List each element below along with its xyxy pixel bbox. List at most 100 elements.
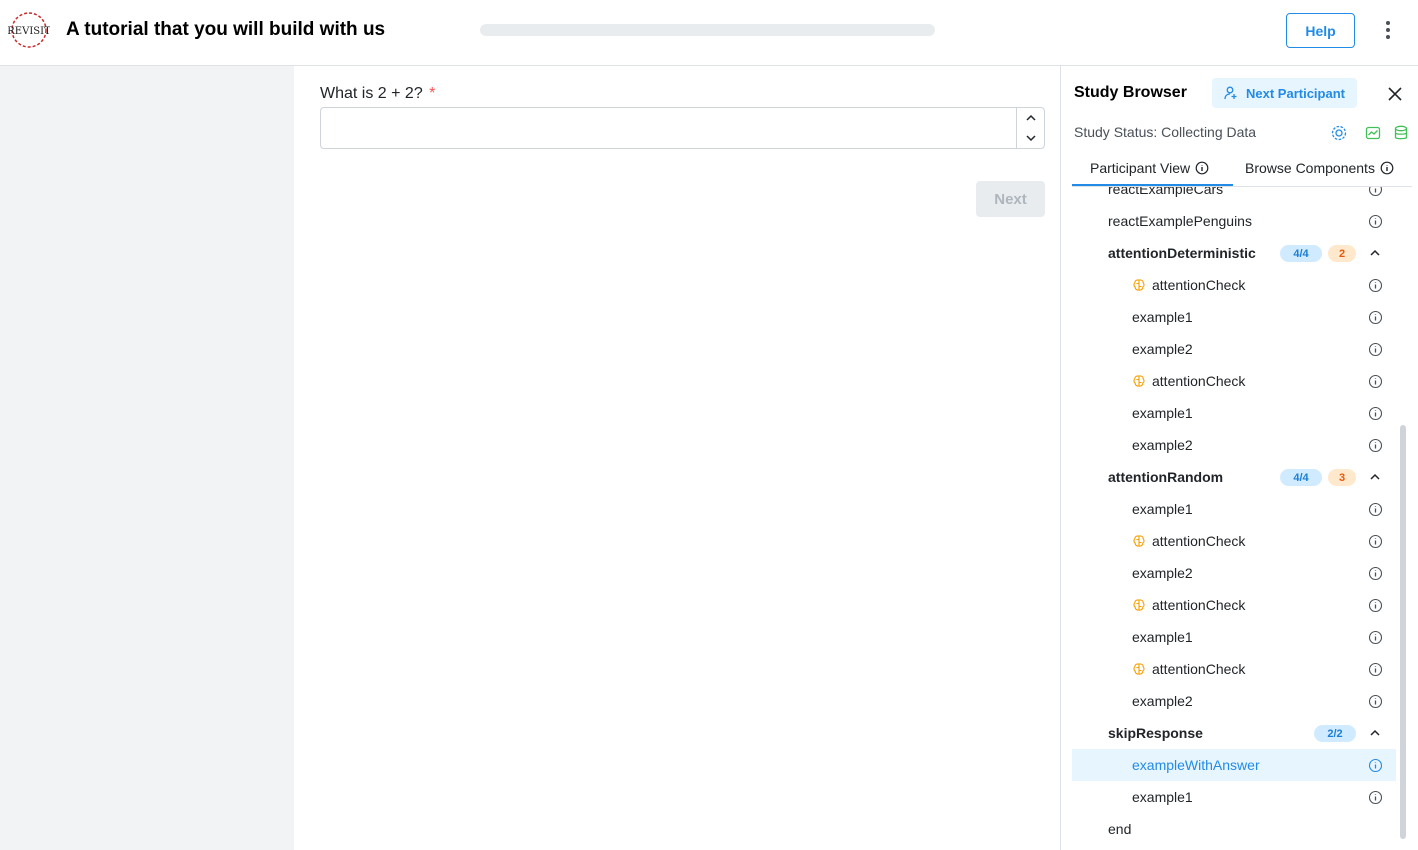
sequence-block[interactable]: attentionRandom 4/4 3: [1072, 461, 1396, 493]
item-label: example1: [1132, 405, 1193, 421]
next-participant-button[interactable]: Next Participant: [1212, 78, 1357, 108]
question-text: What is 2 + 2?: [320, 85, 423, 102]
analytics-icon[interactable]: [1364, 124, 1382, 142]
sequence-block[interactable]: skipResponse 2/2: [1072, 717, 1396, 749]
decrement-button[interactable]: [1017, 128, 1044, 148]
item-label-text: example2: [1132, 565, 1193, 581]
sequence-item[interactable]: example1: [1072, 397, 1396, 429]
info-icon[interactable]: [1368, 662, 1383, 677]
question-panel: What is 2 + 2? * Next: [294, 66, 1061, 850]
info-icon[interactable]: [1368, 278, 1383, 293]
info-icon[interactable]: [1368, 342, 1383, 357]
item-label: example2: [1132, 437, 1193, 453]
sequence-item[interactable]: example1: [1072, 621, 1396, 653]
info-icon[interactable]: [1368, 438, 1383, 453]
item-label: example1: [1132, 629, 1193, 645]
info-icon[interactable]: [1368, 790, 1383, 805]
brain-icon: [1133, 279, 1145, 291]
item-label: example1: [1132, 309, 1193, 325]
item-label-text: attentionCheck: [1152, 373, 1246, 389]
sequence-item[interactable]: end: [1072, 813, 1396, 845]
sequence-item[interactable]: example1: [1072, 493, 1396, 525]
active-tab-indicator: [1072, 184, 1233, 186]
sequence-item[interactable]: example2: [1072, 333, 1396, 365]
sequence-item[interactable]: attentionCheck: [1072, 365, 1396, 397]
sequence-item[interactable]: exampleWithAnswer: [1072, 749, 1396, 781]
info-icon[interactable]: [1368, 187, 1383, 197]
info-icon[interactable]: [1368, 630, 1383, 645]
sequence-item[interactable]: example2: [1072, 557, 1396, 589]
item-label: example1: [1132, 501, 1193, 517]
item-label: example2: [1132, 341, 1193, 357]
info-icon[interactable]: [1368, 598, 1383, 613]
study-status: Study Status: Collecting Data: [1074, 124, 1257, 140]
tab-browse-components-label: Browse Components: [1245, 160, 1375, 176]
chevron-up-icon[interactable]: [1368, 246, 1382, 260]
sequence-item[interactable]: example1: [1072, 301, 1396, 333]
sequence-item[interactable]: attentionCheck: [1072, 525, 1396, 557]
item-label-text: attentionCheck: [1152, 661, 1246, 677]
answer-input[interactable]: [321, 108, 1016, 148]
info-icon[interactable]: [1368, 374, 1383, 389]
sequence-item[interactable]: reactExampleCars: [1072, 187, 1396, 205]
item-label-text: attentionCheck: [1152, 597, 1246, 613]
sequence-item[interactable]: attentionCheck: [1072, 589, 1396, 621]
tab-participant-view[interactable]: Participant View: [1090, 160, 1209, 176]
scroll-thumb[interactable]: [1400, 425, 1406, 839]
item-label-text: example1: [1132, 629, 1193, 645]
revisit-logo[interactable]: REVISIT: [8, 11, 50, 49]
increment-button[interactable]: [1017, 108, 1044, 128]
item-label-text: reactExamplePenguins: [1108, 213, 1252, 229]
study-progress-bar: [480, 24, 935, 36]
user-plus-icon: [1224, 86, 1237, 100]
item-label-text: example1: [1132, 405, 1193, 421]
answer-number-field: [320, 107, 1045, 149]
item-label-text: reactExampleCars: [1108, 187, 1224, 197]
item-label-text: attentionRandom: [1108, 469, 1224, 485]
brain-icon: [1133, 375, 1145, 387]
chevron-up-icon[interactable]: [1368, 470, 1382, 484]
info-icon[interactable]: [1368, 310, 1383, 325]
brain-icon: [1133, 663, 1145, 675]
chevron-down-icon: [1025, 135, 1036, 142]
attention-badge: 3: [1328, 469, 1356, 486]
tab-browse-components[interactable]: Browse Components: [1245, 160, 1394, 176]
sequence-item[interactable]: attentionCheck: [1072, 653, 1396, 685]
more-menu-icon[interactable]: [1376, 18, 1400, 42]
sequence-item[interactable]: example1: [1072, 781, 1396, 813]
info-icon[interactable]: [1368, 694, 1383, 709]
item-label-text: end: [1108, 821, 1132, 837]
info-icon[interactable]: [1368, 502, 1383, 517]
item-label-text: attentionCheck: [1152, 277, 1246, 293]
sequence-item[interactable]: reactExamplePenguins: [1072, 205, 1396, 237]
sequence-block[interactable]: attentionDeterministic 4/4 2: [1072, 237, 1396, 269]
info-icon: [1380, 161, 1394, 175]
number-stepper: [1016, 108, 1044, 148]
chevron-up-icon[interactable]: [1368, 726, 1382, 740]
info-icon[interactable]: [1368, 566, 1383, 581]
browser-tabs: Participant View Browse Components: [1072, 150, 1412, 187]
tab-participant-view-label: Participant View: [1090, 160, 1191, 176]
item-label: reactExamplePenguins: [1108, 213, 1252, 229]
list-scrollbar[interactable]: [1398, 187, 1408, 850]
database-icon[interactable]: [1392, 124, 1410, 142]
info-icon[interactable]: [1368, 214, 1383, 229]
sequence-item[interactable]: attentionCheck: [1072, 269, 1396, 301]
help-button[interactable]: Help: [1286, 13, 1355, 48]
settings-icon[interactable]: [1330, 124, 1348, 142]
next-button[interactable]: Next: [976, 181, 1045, 217]
sequence-item[interactable]: example2: [1072, 685, 1396, 717]
item-label: exampleWithAnswer: [1132, 757, 1260, 773]
item-label: attentionCheck: [1132, 661, 1245, 677]
item-label-text: attentionDeterministic: [1108, 245, 1256, 261]
close-icon[interactable]: [1386, 85, 1404, 103]
item-label: attentionCheck: [1132, 277, 1245, 293]
info-icon[interactable]: [1368, 534, 1383, 549]
sequence-item[interactable]: example2: [1072, 429, 1396, 461]
info-icon: [1195, 161, 1209, 175]
info-icon[interactable]: [1368, 758, 1383, 773]
item-label: skipResponse: [1108, 725, 1203, 741]
item-label: attentionCheck: [1132, 373, 1245, 389]
info-icon[interactable]: [1368, 406, 1383, 421]
study-browser-panel: Study Browser Next Participant Study Sta…: [1062, 66, 1418, 850]
